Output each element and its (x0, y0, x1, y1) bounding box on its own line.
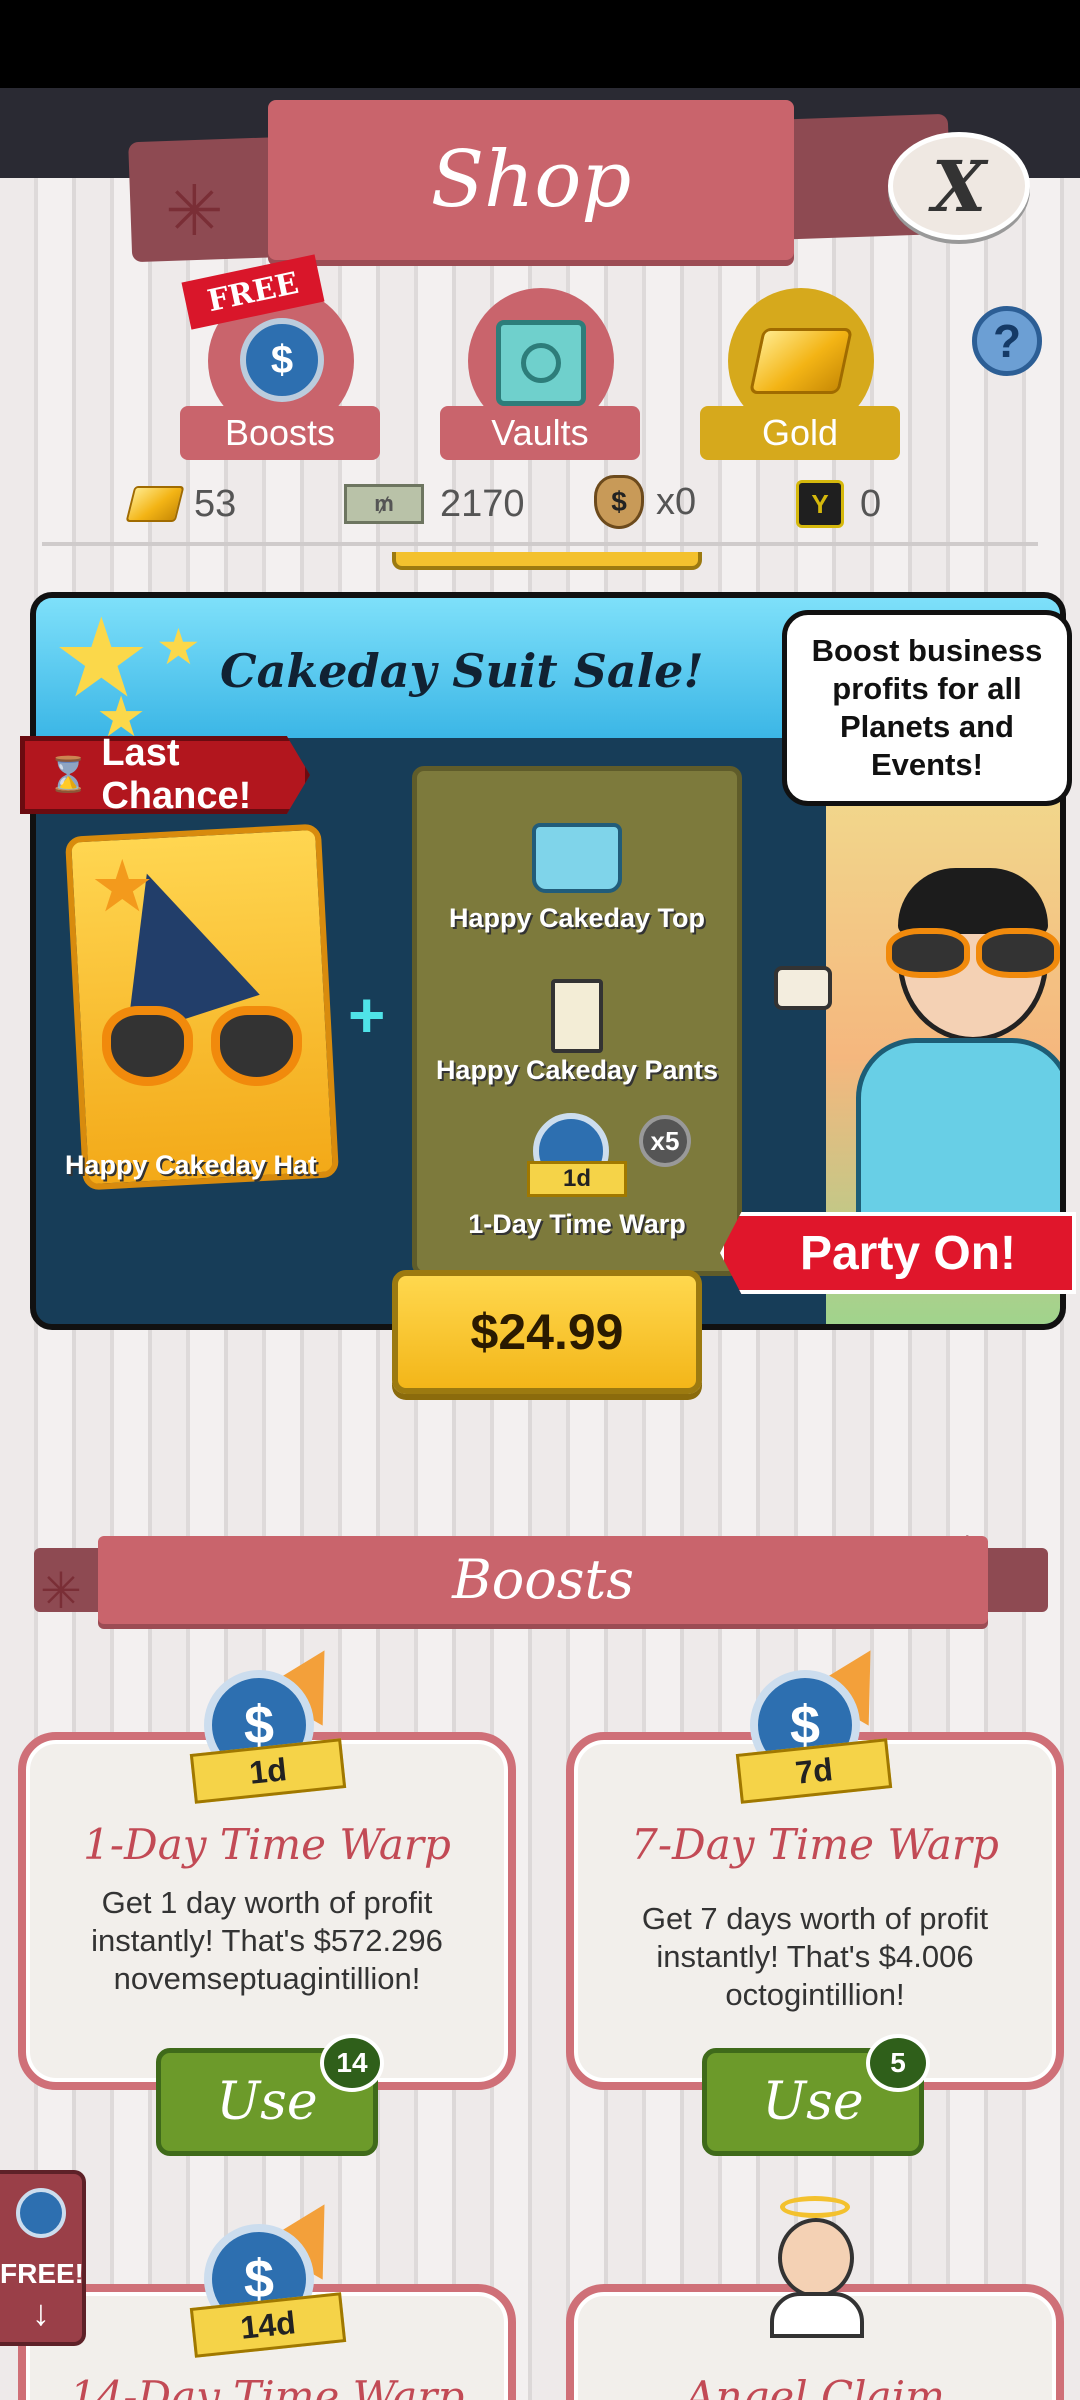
card-description: Get 1 day worth of profit instantly! Tha… (91, 1885, 443, 1996)
item-label: 1-Day Time Warp (468, 1209, 686, 1239)
star-icon: ★ (90, 847, 155, 927)
party-on-banner: Party On! (720, 1212, 1076, 1294)
token-icon: Y (796, 480, 844, 528)
quantity-badge: x5 (639, 1115, 691, 1167)
megabucks-count: 2170 (440, 482, 525, 525)
bundle-items-panel: Happy Cakeday Top Happy Cakeday Pants 1d… (412, 766, 742, 1276)
plus-icon: + (348, 979, 386, 1051)
sparkle-icon: ✳ (165, 172, 224, 250)
tab-gold[interactable]: Gold (700, 288, 900, 460)
free-label: FREE! (0, 2258, 84, 2289)
currency-gold: 53 (125, 478, 237, 530)
close-button[interactable]: X (888, 132, 1030, 240)
gold-icon (125, 486, 185, 522)
time-warp-badge: 1d (527, 1161, 627, 1197)
stopwatch-money-icon: $ (240, 318, 324, 402)
buy-price-button[interactable]: $24.99 (392, 1270, 702, 1394)
close-icon: X (931, 144, 987, 228)
card-title: 14-Day Time Warp (69, 2372, 465, 2400)
help-icon: ? (992, 315, 1022, 367)
header-banner: Shop (268, 100, 794, 260)
divider (42, 542, 1038, 546)
card-description: Get 7 days worth of profit instantly! Th… (641, 1901, 989, 2012)
hat-label: Happy Cakeday Hat (64, 1150, 318, 1180)
hourglass-icon: ⌛ (47, 756, 90, 794)
page-title: Shop (430, 135, 632, 225)
ribbon-text: Last Chance! (101, 732, 252, 817)
suit-top-icon (532, 823, 622, 893)
tab-label: Boosts (224, 412, 336, 453)
count-badge: 14 (320, 2034, 384, 2092)
moneybag-count: x0 (656, 480, 697, 523)
card-title: Angel Claim (685, 2372, 945, 2400)
tab-vaults[interactable]: Vaults (440, 288, 640, 460)
cake-icon (774, 966, 832, 1010)
price-label: $24.99 (470, 1304, 624, 1360)
gold-count: 53 (194, 482, 237, 525)
token-count: 0 (860, 482, 882, 525)
card-title: 1-Day Time Warp (83, 1820, 451, 1869)
boosts-banner: Boosts (98, 1536, 988, 1624)
mascot-sunglasses (886, 928, 1060, 982)
pants-icon (551, 979, 603, 1053)
status-bar (0, 0, 1080, 88)
help-button[interactable]: ? (972, 306, 1042, 376)
scrolled-button-edge (392, 552, 702, 570)
stopwatch-icon (16, 2188, 66, 2238)
speech-bubble: Boost business profits for all Planets a… (782, 610, 1072, 806)
item-label: Happy Cakeday Pants (435, 1055, 719, 1085)
count-badge: 5 (866, 2034, 930, 2092)
sunglasses-icon (102, 1006, 302, 1092)
currency-moneybag: $ x0 (594, 474, 696, 530)
megabucks-icon: ₥ (344, 484, 424, 524)
section-title: Boosts (452, 1548, 634, 1611)
tab-boosts[interactable]: $ Boosts FREE (180, 254, 380, 460)
money-bag-icon: $ (594, 475, 644, 529)
currency-megabucks: ₥ 2170 (344, 478, 525, 530)
free-side-button[interactable]: FREE! ↓ (0, 2170, 86, 2346)
time-warp-icon: $ 7d (730, 1632, 902, 1806)
currency-token: Y 0 (796, 478, 881, 530)
item-label: Happy Cakeday Top (448, 903, 706, 933)
time-warp-icon: $ 1d (184, 1632, 356, 1806)
gold-icon (748, 328, 854, 394)
angel-icon (740, 2196, 890, 2338)
vault-icon (496, 320, 586, 406)
card-title: 7-Day Time Warp (631, 1820, 999, 1869)
arrow-down-icon: ↓ (32, 2292, 50, 2333)
last-chance-ribbon: ⌛ Last Chance! (20, 736, 310, 814)
sparkle-icon: ✳ (40, 1563, 82, 1619)
sale-title: Cakeday Suit Sale! (220, 644, 704, 698)
time-warp-icon: $ 14d (184, 2186, 356, 2360)
tab-label: Vaults (491, 412, 589, 453)
tab-label: Gold (761, 412, 839, 453)
star-icon: ★ (156, 619, 201, 675)
